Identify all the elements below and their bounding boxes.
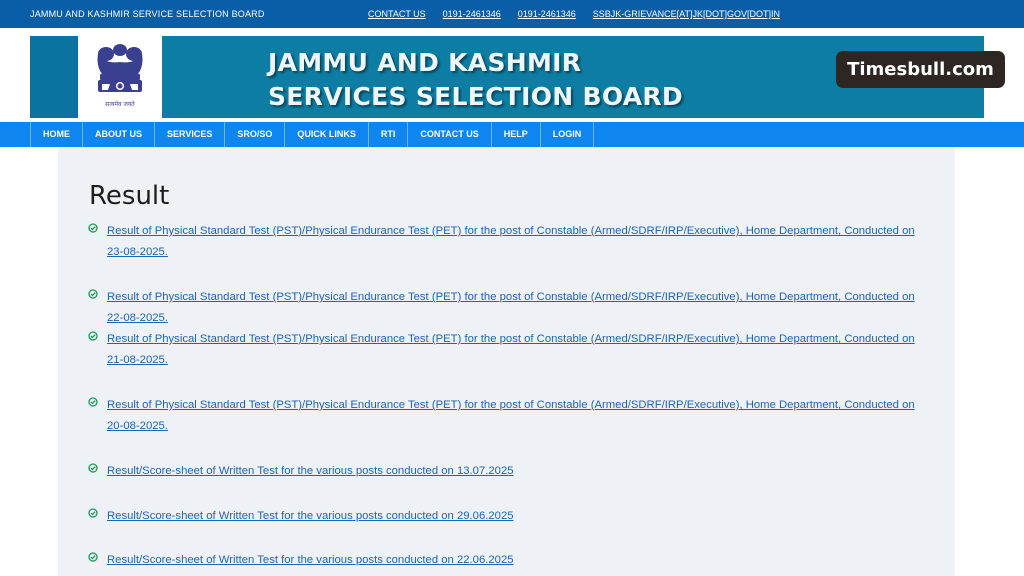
top-bar: JAMMU AND KASHMIR SERVICE SELECTION BOAR… — [0, 0, 1024, 28]
nav-sro-so[interactable]: SRO/SO — [225, 122, 286, 147]
check-circle-icon — [88, 331, 98, 341]
nav-about-us[interactable]: ABOUT US — [83, 122, 155, 147]
check-circle-icon — [88, 552, 98, 562]
nav-services[interactable]: SERVICES — [155, 122, 226, 147]
top-links: CONTACT US 0191-2461346 0191-2461346 SSB… — [368, 9, 780, 19]
nav-home[interactable]: HOME — [31, 122, 83, 147]
phone-link-1[interactable]: 0191-2461346 — [443, 9, 501, 19]
result-link[interactable]: Result/Score-sheet of Written Test for t… — [107, 550, 929, 571]
nav-help[interactable]: HELP — [492, 122, 541, 147]
national-emblem-logo[interactable]: सत्यमेव जयते — [78, 36, 162, 118]
result-link[interactable]: Result/Score-sheet of Written Test for t… — [107, 461, 929, 482]
result-link[interactable]: Result of Physical Standard Test (PST)/P… — [107, 395, 929, 437]
check-circle-icon — [88, 289, 98, 299]
banner-left-strip — [30, 36, 78, 118]
grievance-email-link[interactable]: SSBJK-GRIEVANCE[AT]JK[DOT]GOV[DOT]IN — [593, 9, 780, 19]
contact-us-link[interactable]: CONTACT US — [368, 9, 426, 19]
result-link[interactable]: Result of Physical Standard Test (PST)/P… — [107, 287, 929, 329]
check-circle-icon — [88, 223, 98, 233]
result-panel: Result Result of Physical Standard Test … — [58, 147, 955, 576]
nav-contact-us[interactable]: CONTACT US — [408, 122, 492, 147]
nav-rti[interactable]: RTI — [369, 122, 409, 147]
nav-quick-links[interactable]: QUICK LINKS — [285, 122, 369, 147]
result-link[interactable]: Result of Physical Standard Test (PST)/P… — [107, 221, 929, 263]
page-title: Result — [89, 181, 170, 211]
banner-title-line1: JAMMU AND KASHMIR — [268, 48, 582, 77]
check-circle-icon — [88, 397, 98, 407]
timesbull-watermark: Timesbull.com — [836, 51, 1005, 88]
result-link[interactable]: Result of Physical Standard Test (PST)/P… — [107, 329, 929, 371]
result-link[interactable]: Result/Score-sheet of Written Test for t… — [107, 506, 929, 527]
org-name: JAMMU AND KASHMIR SERVICE SELECTION BOAR… — [30, 9, 265, 19]
emblem-icon: सत्यमेव जयते — [97, 44, 143, 108]
check-circle-icon — [88, 463, 98, 473]
banner-title-line2: SERVICES SELECTION BOARD — [268, 82, 683, 111]
phone-link-2[interactable]: 0191-2461346 — [518, 9, 576, 19]
emblem-motto: सत्यमेव जयते — [105, 100, 135, 108]
main-nav: HOME ABOUT US SERVICES SRO/SO QUICK LINK… — [0, 122, 1024, 147]
nav-login[interactable]: LOGIN — [541, 122, 595, 147]
check-circle-icon — [88, 508, 98, 518]
